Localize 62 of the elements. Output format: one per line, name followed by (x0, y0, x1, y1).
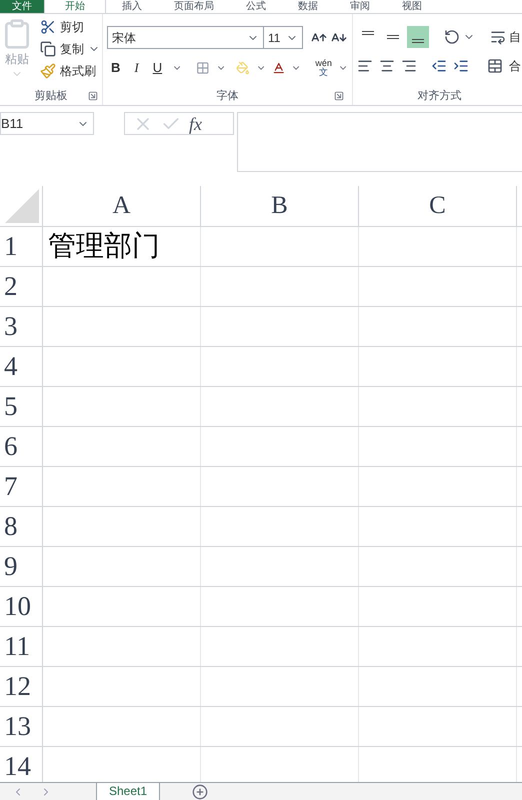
orientation-icon[interactable] (444, 29, 460, 45)
group-label: 剪贴板 (34, 88, 68, 104)
indent-increase-icon[interactable] (453, 58, 469, 74)
ribbon-tab[interactable]: 开始 (44, 0, 106, 13)
ribbon-tab[interactable]: 视图 (386, 0, 438, 13)
copy-button[interactable]: 复制 (60, 40, 84, 58)
add-sheet-icon[interactable] (192, 784, 208, 800)
column-header[interactable]: C (359, 186, 517, 226)
bold-button[interactable]: B (107, 58, 124, 78)
ribbon-tab[interactable]: 数据 (282, 0, 334, 13)
column-header[interactable]: A (43, 186, 201, 226)
row-header[interactable]: 10 (0, 587, 43, 626)
align-lines-icon (362, 31, 374, 35)
row-header[interactable]: 3 (0, 307, 43, 346)
row-header[interactable]: 5 (0, 387, 43, 426)
border-icon[interactable] (196, 60, 210, 76)
font-name-dropdown[interactable]: 宋体 (107, 26, 264, 49)
dialog-launcher-icon[interactable] (334, 91, 344, 101)
font-size-dropdown[interactable]: 11 (263, 26, 303, 49)
cell-text: 管理部门 (48, 232, 160, 260)
sheet-tab[interactable]: Sheet1 (97, 782, 160, 800)
align-lines-icon (387, 35, 399, 39)
ribbon-tab[interactable]: 审阅 (334, 0, 386, 13)
wrap-text-button[interactable]: 自 (509, 28, 521, 46)
insert-function-button[interactable]: fx (189, 114, 202, 132)
underline-button[interactable]: U (148, 58, 166, 78)
phonetic-button[interactable]: wén 文 (315, 58, 332, 77)
indent-decrease-icon[interactable] (431, 58, 447, 74)
row-header[interactable]: 12 (0, 667, 43, 706)
fill-color-icon[interactable] (236, 60, 250, 76)
italic-button[interactable]: I (130, 58, 143, 78)
row-header[interactable]: 11 (0, 627, 43, 666)
row-header[interactable]: 8 (0, 507, 43, 546)
wrap-text-icon[interactable] (490, 29, 506, 45)
row-header[interactable]: 6 (0, 427, 43, 466)
merge-button[interactable]: 合 (509, 57, 521, 75)
align-left-icon[interactable] (357, 58, 373, 74)
row-header[interactable]: 4 (0, 347, 43, 386)
vertical-align-button[interactable] (407, 26, 429, 48)
cut-button[interactable]: 剪切 (60, 18, 84, 36)
ribbon-tab[interactable]: 页面布局 (158, 0, 230, 13)
group-label: 字体 (216, 88, 238, 104)
align-center-icon[interactable] (379, 58, 395, 74)
formula-input-field[interactable] (237, 112, 522, 172)
row-header[interactable]: 9 (0, 547, 43, 586)
row-header[interactable]: 2 (0, 267, 43, 306)
merge-icon[interactable] (487, 58, 503, 74)
file-menu-tab[interactable]: 文件 (0, 0, 44, 13)
align-lines-icon (412, 39, 424, 43)
ribbon-tab[interactable]: 插入 (106, 0, 158, 13)
dialog-launcher-icon[interactable] (88, 91, 98, 101)
column-header[interactable]: B (201, 186, 359, 226)
name-box[interactable]: B11 (0, 112, 94, 135)
ribbon-tab[interactable]: 公式 (230, 0, 282, 13)
group-label: 对齐方式 (418, 88, 462, 104)
row-header[interactable]: 13 (0, 707, 43, 746)
row-header[interactable]: 7 (0, 467, 43, 506)
copy-icon[interactable] (40, 41, 56, 57)
scissors-icon[interactable] (40, 19, 56, 35)
format-painter-button[interactable]: 格式刷 (60, 62, 96, 80)
row-header[interactable]: 1 (0, 227, 43, 266)
align-right-icon[interactable] (401, 58, 417, 74)
